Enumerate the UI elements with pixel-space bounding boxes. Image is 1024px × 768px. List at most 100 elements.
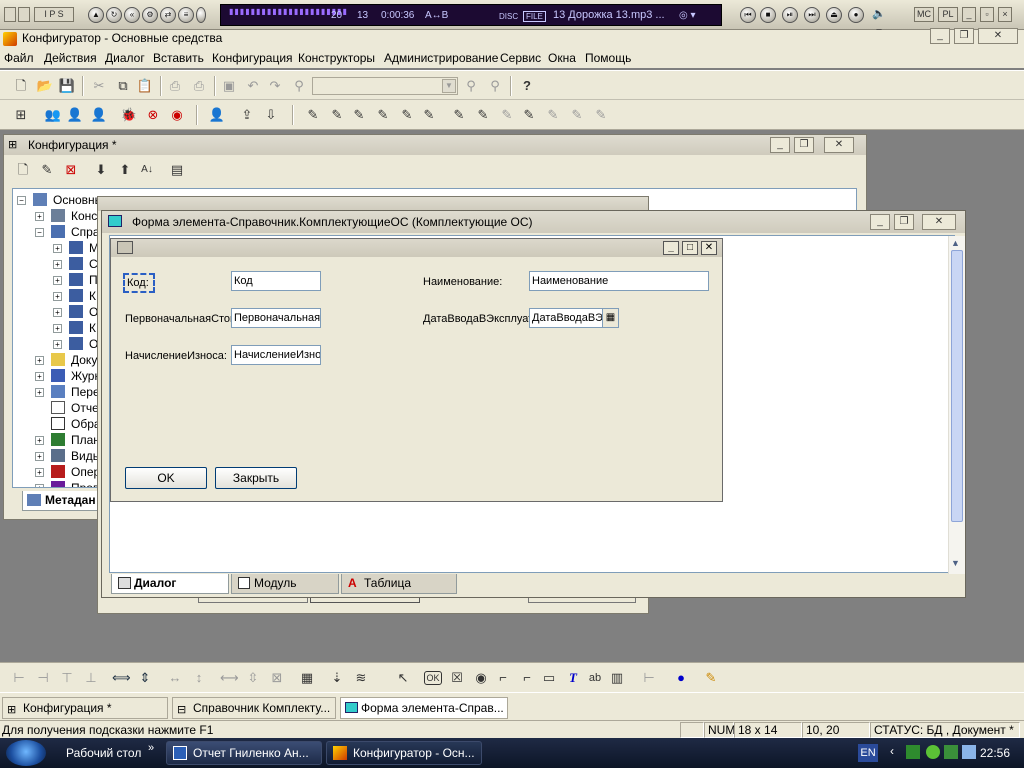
name-field[interactable]: Наименование bbox=[529, 271, 709, 291]
window-tab-catalog[interactable]: ⊟ Справочник Комплекту... bbox=[172, 697, 336, 719]
repeat-icon[interactable]: ↻ bbox=[106, 7, 122, 23]
form-design-canvas[interactable]: _ □ ✕ Код: Код Наименование: Наименовани… bbox=[109, 235, 965, 574]
open-icon[interactable]: ⏏ bbox=[826, 7, 842, 23]
wizard-icon[interactable]: ✎ bbox=[350, 106, 368, 124]
tab-dialog[interactable]: Диалог bbox=[111, 574, 229, 594]
user-icon[interactable]: 👤 bbox=[66, 106, 84, 124]
volume-icon[interactable]: 🔈▾ bbox=[870, 5, 888, 38]
pl-button[interactable]: PL bbox=[938, 7, 958, 22]
record-icon[interactable]: ● bbox=[848, 7, 864, 23]
new-object-icon[interactable]: 🗋 bbox=[14, 161, 32, 179]
catalog-window-titlebar[interactable] bbox=[98, 197, 648, 211]
frame-tool-icon[interactable]: ⌐ bbox=[518, 669, 536, 687]
text-tool-icon[interactable]: T bbox=[564, 669, 582, 687]
find-next-icon[interactable]: ⚲ bbox=[462, 77, 480, 95]
download-icon[interactable]: ⇩ bbox=[262, 106, 280, 124]
menu-constructors[interactable]: Конструкторы bbox=[298, 51, 375, 65]
eject-icon[interactable]: ▲ bbox=[88, 7, 104, 23]
commission-date-label[interactable]: ДатаВводаВЭксплуатацию: bbox=[423, 311, 529, 327]
app-restore-icon[interactable]: ❐ bbox=[954, 28, 974, 44]
playlist-icon[interactable]: ≡ bbox=[178, 7, 194, 23]
open-folder-icon[interactable]: 📂 bbox=[36, 77, 54, 95]
chevron-left-icon[interactable]: ‹ bbox=[890, 744, 894, 758]
clock[interactable]: 22:56 bbox=[980, 746, 1010, 760]
restore-icon[interactable]: ❐ bbox=[794, 137, 814, 153]
align-top-icon[interactable]: ⊤ bbox=[58, 669, 76, 687]
checkbox-tool-icon[interactable]: ☒ bbox=[448, 669, 466, 687]
chevron-right-icon[interactable]: » bbox=[148, 742, 154, 754]
player-button[interactable] bbox=[18, 7, 30, 22]
edit-object-icon[interactable]: ✎ bbox=[38, 161, 56, 179]
wizard-icon[interactable]: ✎ bbox=[544, 106, 562, 124]
wizard-icon[interactable]: ✎ bbox=[398, 106, 416, 124]
configuration-window-titlebar[interactable]: ⊞ Конфигурация * _ ❐ ✕ bbox=[4, 135, 866, 155]
close-icon[interactable]: × bbox=[998, 7, 1012, 22]
menu-actions[interactable]: Действия bbox=[44, 51, 97, 65]
play-pause-icon[interactable]: ⏯ bbox=[782, 7, 798, 23]
menu-help[interactable]: Помощь bbox=[585, 51, 631, 65]
scrollbar-thumb[interactable] bbox=[951, 250, 963, 522]
designed-dialog[interactable]: _ □ ✕ Код: Код Наименование: Наименовани… bbox=[110, 238, 723, 502]
shuffle-icon[interactable]: ⇄ bbox=[160, 7, 176, 23]
print-icon[interactable]: ⎙ bbox=[166, 77, 184, 95]
wizard-icon[interactable]: ✎ bbox=[520, 106, 538, 124]
groupbox-tool-icon[interactable]: ⌐ bbox=[494, 669, 512, 687]
undo-icon[interactable]: ↶ bbox=[244, 77, 262, 95]
restore-icon[interactable]: ▫ bbox=[980, 7, 994, 22]
menu-service[interactable]: Сервис bbox=[500, 51, 541, 65]
sort-icon[interactable]: A↓ bbox=[138, 161, 156, 179]
expand-icon[interactable]: + bbox=[53, 276, 62, 285]
collapse-icon[interactable]: − bbox=[17, 196, 26, 205]
wizard-icon[interactable]: ✎ bbox=[450, 106, 468, 124]
align-bottom-icon[interactable]: ⊥ bbox=[82, 669, 100, 687]
help-icon[interactable]: ? bbox=[518, 77, 536, 95]
select-all-icon[interactable]: ▣ bbox=[220, 77, 238, 95]
wizard-icon[interactable]: ✎ bbox=[328, 106, 346, 124]
center-horizontally-icon[interactable]: ⟺ bbox=[112, 669, 131, 687]
grid-icon[interactable]: ▦ bbox=[298, 669, 316, 687]
breakpoint-icon[interactable]: ◉ bbox=[168, 106, 186, 124]
expand-icon[interactable]: + bbox=[53, 260, 62, 269]
menu-insert[interactable]: Вставить bbox=[153, 51, 204, 65]
layers-icon[interactable]: ≋ bbox=[352, 669, 370, 687]
initial-cost-field[interactable]: ПервоначальнаяСтоимость bbox=[231, 308, 321, 328]
scroll-down-icon[interactable]: ▼ bbox=[951, 558, 960, 568]
rewind-icon[interactable]: « bbox=[124, 7, 140, 23]
stop-icon[interactable]: ■ bbox=[760, 7, 776, 23]
minimize-icon[interactable]: _ bbox=[962, 7, 976, 22]
expand-icon[interactable]: + bbox=[35, 484, 44, 487]
find-prev-icon[interactable]: ⚲ bbox=[486, 77, 504, 95]
space-horizontal-icon[interactable]: ↔ bbox=[166, 669, 184, 687]
align-center-icon[interactable]: ⊣ bbox=[34, 669, 52, 687]
task-report[interactable]: Отчет Гниленко Ан... bbox=[166, 741, 322, 765]
wizard-icon[interactable]: ✎ bbox=[420, 106, 438, 124]
player-mode-buttons[interactable]: I P S bbox=[34, 7, 74, 22]
paste-icon[interactable]: 📋 bbox=[136, 77, 154, 95]
save-icon[interactable]: 💾 bbox=[58, 77, 76, 95]
wizard-icon[interactable]: ✎ bbox=[474, 106, 492, 124]
ab-repeat-label[interactable]: A↔B bbox=[425, 10, 448, 21]
properties-tool-icon[interactable]: ✎ bbox=[702, 669, 720, 687]
task-configurator[interactable]: Конфигуратор - Осн... bbox=[326, 741, 482, 765]
chevron-down-icon[interactable]: ▼ bbox=[442, 79, 456, 93]
menu-configuration[interactable]: Конфигурация bbox=[212, 51, 293, 65]
collapse-icon[interactable]: − bbox=[35, 228, 44, 237]
wizard-icon[interactable]: ✎ bbox=[374, 106, 392, 124]
properties-icon[interactable]: ▤ bbox=[168, 161, 186, 179]
wizard-icon[interactable]: ✎ bbox=[592, 106, 610, 124]
space-vertical-icon[interactable]: ↕ bbox=[190, 669, 208, 687]
settings-icon[interactable]: ⚙ bbox=[142, 7, 158, 23]
mc-button[interactable]: MC bbox=[914, 7, 934, 22]
expand-icon[interactable]: + bbox=[53, 324, 62, 333]
tray-icon[interactable] bbox=[906, 745, 920, 759]
find-icon[interactable]: ⚲ bbox=[290, 77, 308, 95]
config-tree-icon[interactable]: ⊞ bbox=[12, 106, 30, 124]
ole-tool-icon[interactable]: ● bbox=[672, 669, 690, 687]
user-rights-icon[interactable]: 👤 bbox=[90, 106, 108, 124]
language-indicator[interactable]: EN bbox=[858, 744, 878, 762]
print-preview-icon[interactable]: ⎙ bbox=[190, 77, 208, 95]
initial-cost-label[interactable]: ПервоначальнаяСтоимость: bbox=[125, 311, 231, 327]
expand-icon[interactable]: + bbox=[53, 340, 62, 349]
center-vertically-icon[interactable]: ⇕ bbox=[136, 669, 154, 687]
redo-icon[interactable]: ↷ bbox=[266, 77, 284, 95]
